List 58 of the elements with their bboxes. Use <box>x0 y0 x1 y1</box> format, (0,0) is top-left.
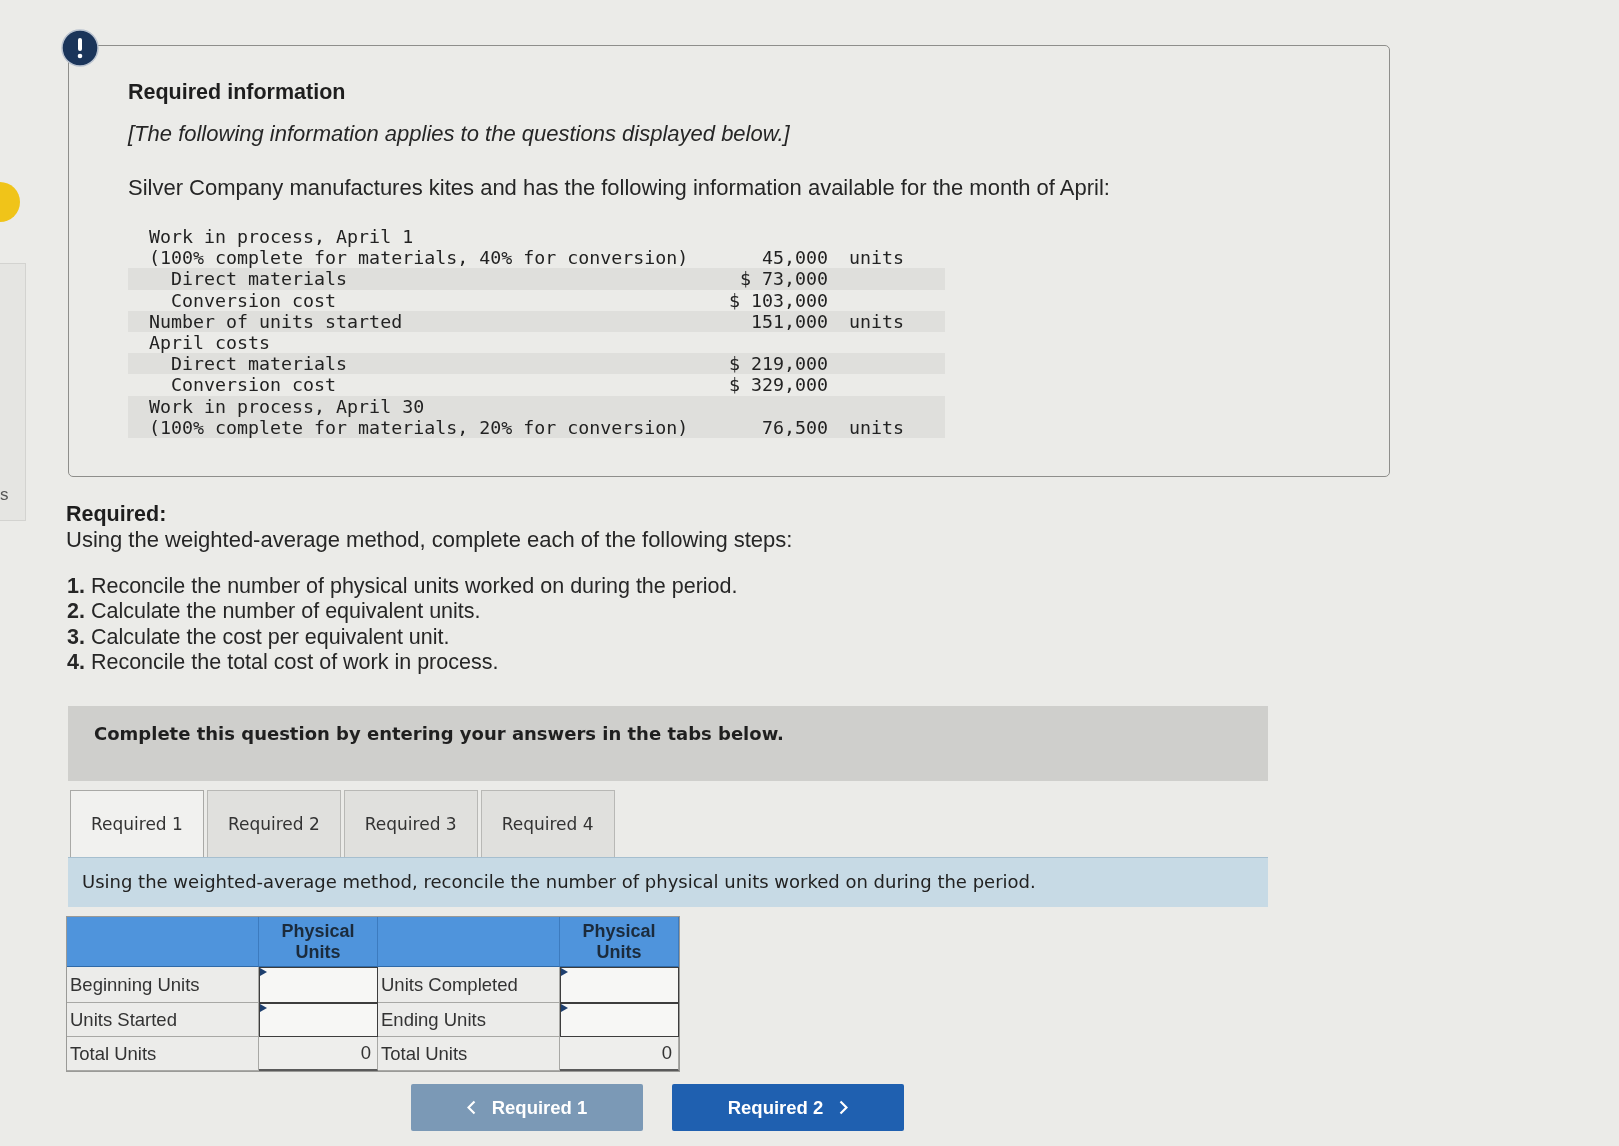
amount: 45,000 <box>761 247 828 269</box>
step-item: 3. Calculate the cost per equivalent unit. <box>67 624 450 650</box>
row-label: Units Completed <box>378 967 560 1004</box>
step-item: 1. Reconcile the number of physical units worked on during the period. <box>67 574 738 600</box>
input-field[interactable] <box>259 1003 378 1038</box>
row-label: Total Units <box>67 1037 259 1072</box>
instruction-bar: Using the weighted-average method, reconcile the number of physical units worked on during the period. <box>68 857 1268 908</box>
data-label: Conversion cost <box>171 374 337 396</box>
input-field[interactable] <box>560 1003 679 1038</box>
amount: $ 103,000 <box>728 289 828 311</box>
edge-text: s <box>0 486 9 504</box>
amount: $ 329,000 <box>728 374 828 396</box>
section-heading: Required: <box>66 501 167 527</box>
data-label: Work in process, April 1 <box>149 226 414 248</box>
intro-text: Silver Company manufactures kites and has the following information available for the month of April: <box>128 176 1110 200</box>
column-heading: Physical Units <box>259 917 378 968</box>
tab[interactable]: Required 4 <box>480 790 615 858</box>
total-value: 0 <box>560 1037 679 1072</box>
row-label: Beginning Units <box>67 967 259 1004</box>
total-value: 0 <box>259 1037 378 1072</box>
data-label: Number of units started <box>149 310 403 332</box>
unit-label: units <box>849 416 905 438</box>
data-label: Direct materials <box>171 268 348 290</box>
data-label: Conversion cost <box>171 289 337 311</box>
column-heading: Physical Units <box>560 917 679 968</box>
corner-marker-icon <box>561 1004 568 1013</box>
amount: 76,500 <box>761 416 828 438</box>
data-label: Direct materials <box>171 353 348 375</box>
instruction-banner: Complete this question by entering your answers in the tabs below. <box>68 706 1268 782</box>
tab[interactable]: Required 1 <box>70 790 204 858</box>
data-label: April costs <box>149 331 271 354</box>
row-label: Ending Units <box>378 1003 560 1038</box>
row-label: Total Units <box>378 1037 560 1072</box>
data-label: Work in process, April 30 <box>149 395 425 417</box>
input-field[interactable] <box>560 967 679 1004</box>
chevron-left-icon <box>466 1100 476 1116</box>
corner-marker-icon <box>260 968 267 977</box>
step-item: 4. Reconcile the total cost of work in process. <box>67 649 499 676</box>
tab[interactable]: Required 3 <box>343 790 478 858</box>
corner-marker-icon <box>561 968 568 977</box>
completion-note: (100% complete for materials, 40% for conversion) <box>149 247 689 269</box>
chevron-right-icon <box>839 1100 849 1116</box>
tab[interactable]: Required 2 <box>206 790 341 858</box>
unit-label: units <box>849 310 905 332</box>
italic-note: [The following information applies to the questions displayed below.] <box>128 122 790 146</box>
section-title: Required information <box>128 80 346 104</box>
unit-label: units <box>849 247 905 269</box>
step-item: 2. Calculate the number of equivalent units. <box>67 599 481 625</box>
alert-icon <box>61 29 99 67</box>
input-field[interactable] <box>259 967 378 1004</box>
row-label: Units Started <box>67 1003 259 1038</box>
amount: $ 219,000 <box>728 353 828 375</box>
amount: $ 73,000 <box>739 268 828 290</box>
corner-marker-icon <box>260 1004 267 1013</box>
next-button[interactable]: Required 2 <box>672 1084 904 1132</box>
completion-note: (100% complete for materials, 20% for conversion) <box>149 416 689 438</box>
amount: 151,000 <box>750 310 828 332</box>
instruction-text: Using the weighted-average method, complete each of the following steps: <box>66 527 793 553</box>
